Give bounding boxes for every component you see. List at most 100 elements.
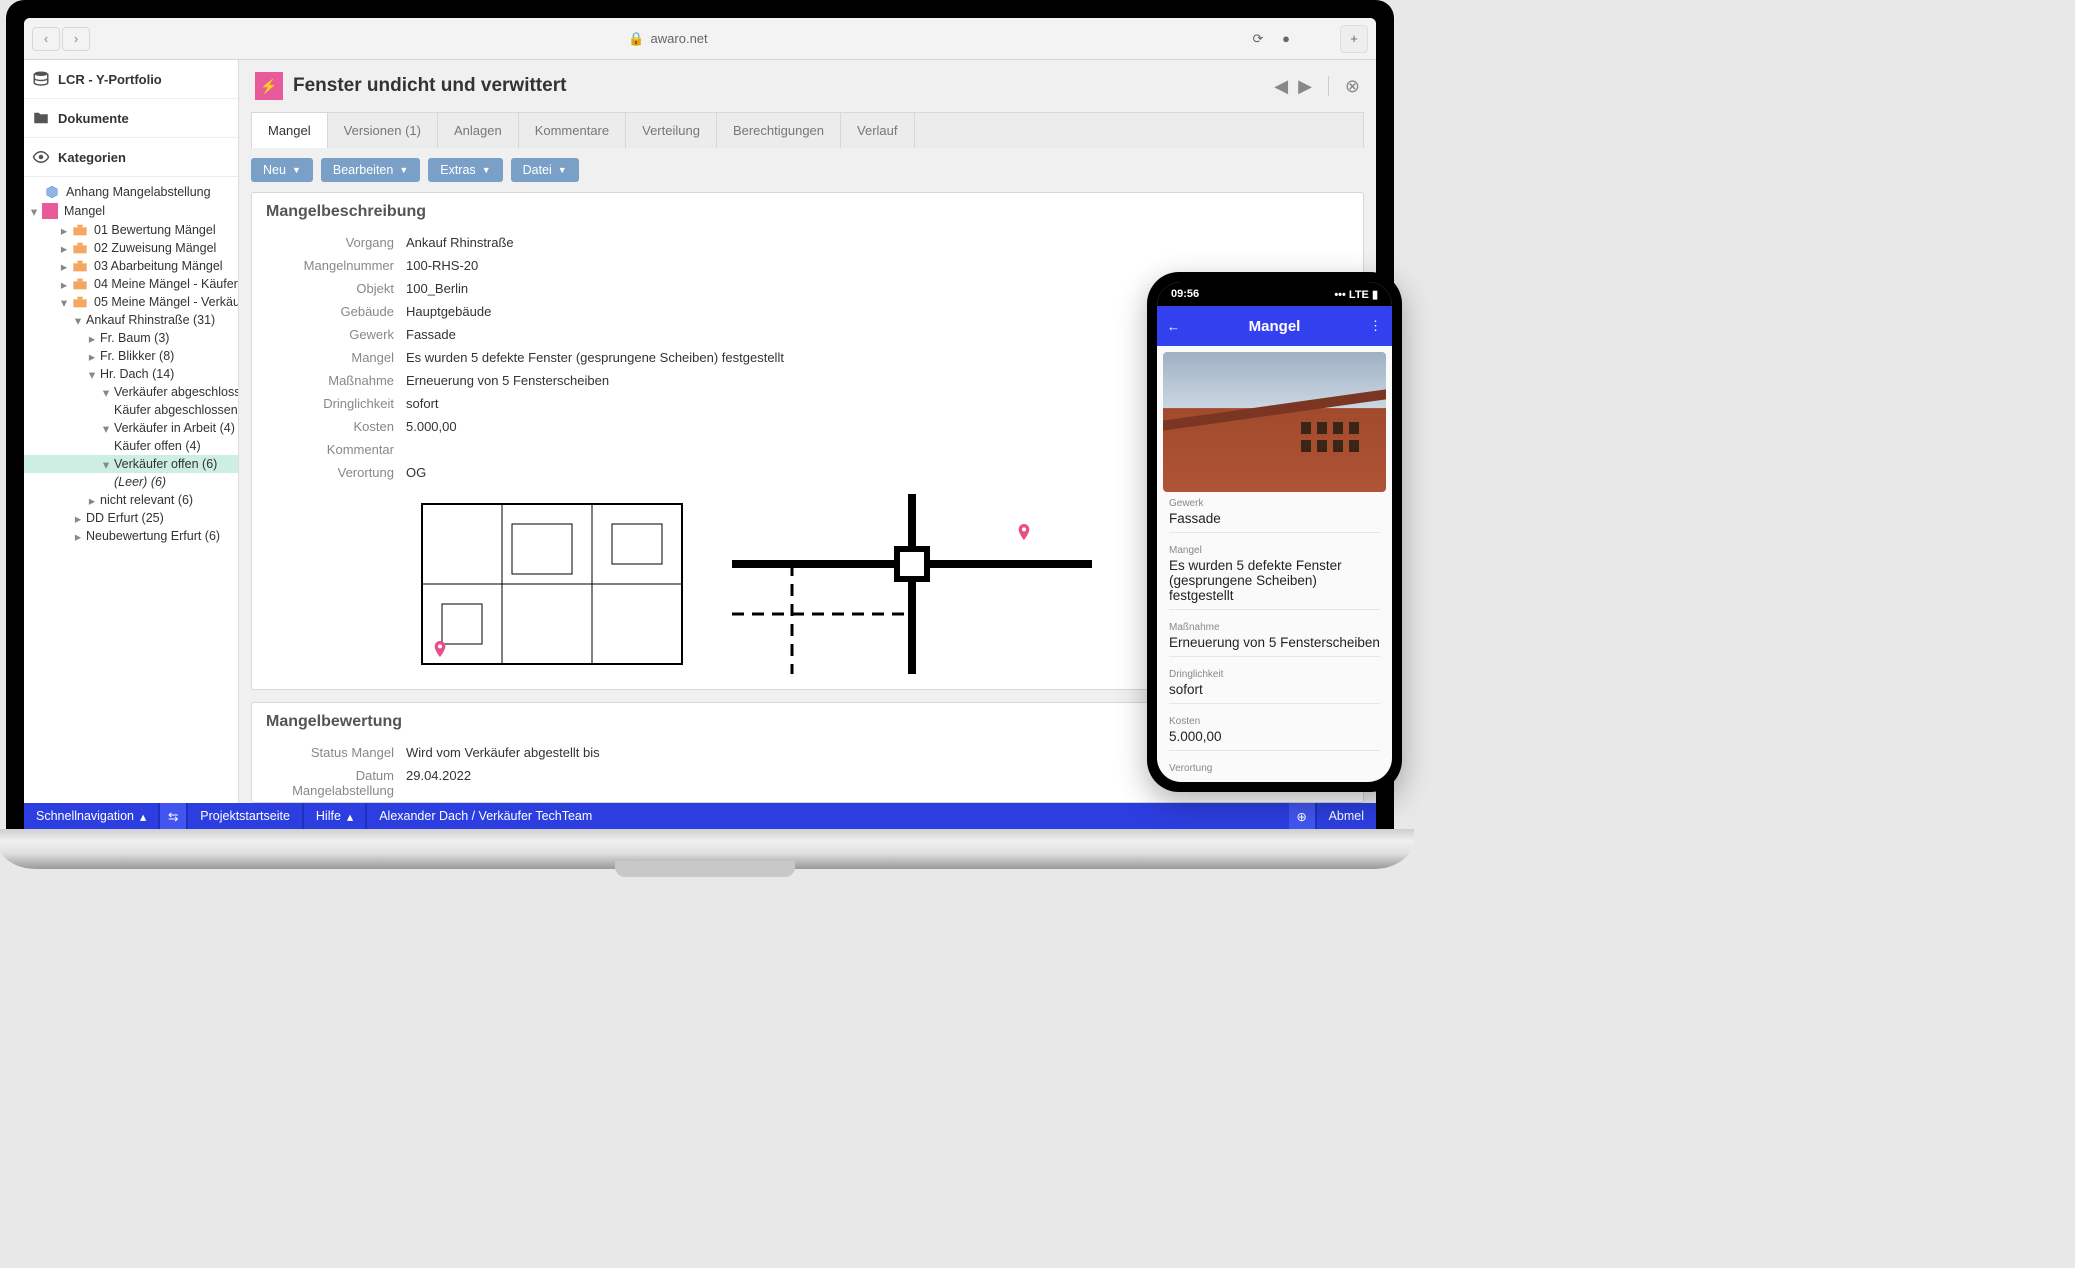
- url-text: awaro.net: [651, 31, 708, 46]
- mangel-icon: [255, 72, 283, 100]
- documents-label: Dokumente: [58, 111, 129, 126]
- floorplan-detail[interactable]: [732, 494, 1092, 679]
- sidebar-portfolio[interactable]: LCR - Y-Portfolio: [24, 60, 238, 99]
- schnellnavigation-button[interactable]: Schnellnavigation▴: [24, 809, 158, 824]
- tree-item[interactable]: ▸DD Erfurt (25): [24, 509, 238, 527]
- pin-icon: [432, 641, 448, 661]
- tab-berechtigungen[interactable]: Berechtigungen: [717, 113, 841, 148]
- caret-right-icon: ▸: [58, 278, 70, 290]
- phone-field-dringlichkeit: sofort: [1169, 680, 1380, 704]
- browser-toolbar: ‹ › 🔒 awaro.net ⟳ ● +: [24, 18, 1376, 60]
- nav-back-button[interactable]: ‹: [32, 27, 60, 51]
- tree-folder[interactable]: ▸03 Abarbeitung Mängel: [24, 257, 238, 275]
- abmelden-button[interactable]: Abmel: [1317, 809, 1376, 823]
- bottom-bar: Schnellnavigation▴ ⇆ Projektstartseite H…: [24, 803, 1376, 829]
- close-button[interactable]: ⊗: [1345, 76, 1360, 97]
- briefcase-icon: [72, 295, 88, 309]
- tree-item[interactable]: (Leer) (6): [24, 473, 238, 491]
- tree-item[interactable]: ▸Neubewertung Erfurt (6): [24, 527, 238, 545]
- tree-item[interactable]: ▾Hr. Dach (14): [24, 365, 238, 383]
- tree-folder[interactable]: ▸02 Zuweisung Mängel: [24, 239, 238, 257]
- caret-up-icon: ▴: [347, 809, 353, 824]
- defect-photo[interactable]: [1163, 352, 1386, 492]
- lock-icon: 🔒: [628, 31, 644, 47]
- field-gewerk: Fassade: [406, 327, 456, 342]
- caret-up-icon: ▴: [140, 809, 146, 824]
- prev-record-button[interactable]: ◀: [1274, 76, 1288, 97]
- caret-right-icon: ▸: [58, 260, 70, 272]
- briefcase-icon: [72, 259, 88, 273]
- sidebar-documents[interactable]: Dokumente: [24, 99, 238, 138]
- eye-icon: [32, 148, 50, 166]
- database-icon: [32, 70, 50, 88]
- extras-button[interactable]: Extras: [428, 158, 502, 182]
- briefcase-icon: [72, 277, 88, 291]
- pin-icon: [1016, 524, 1032, 544]
- phone-statusbar: 09:56 ••• LTE ▮: [1157, 282, 1392, 306]
- neu-button[interactable]: Neu: [251, 158, 313, 182]
- field-kosten: 5.000,00: [406, 419, 457, 434]
- sidebar-categories[interactable]: Kategorien: [24, 138, 238, 177]
- floorplan-overview[interactable]: [412, 494, 692, 679]
- caret-right-icon: ▸: [58, 242, 70, 254]
- phone-header: ← Mangel ⋮: [1157, 306, 1392, 346]
- field-datum: 29.04.2022: [406, 768, 471, 798]
- section-title: Mangelbeschreibung: [252, 193, 1363, 231]
- tree-item[interactable]: ▸Fr. Blikker (8): [24, 347, 238, 365]
- tab-anlagen[interactable]: Anlagen: [438, 113, 519, 148]
- tab-verteilung[interactable]: Verteilung: [626, 113, 717, 148]
- briefcase-icon: [72, 241, 88, 255]
- expand-icon[interactable]: ⇆: [160, 803, 186, 829]
- field-objekt: 100_Berlin: [406, 281, 468, 296]
- field-vorgang: Ankauf Rhinstraße: [406, 235, 514, 250]
- tree-folder[interactable]: ▸01 Bewertung Mängel: [24, 221, 238, 239]
- field-gebaeude: Hauptgebäude: [406, 304, 491, 319]
- tree-item[interactable]: ▸Fr. Baum (3): [24, 329, 238, 347]
- phone-field-mangel: Es wurden 5 defekte Fenster (gesprungene…: [1169, 556, 1380, 610]
- caret-down-icon: ▾: [72, 314, 84, 326]
- tab-versionen[interactable]: Versionen (1): [328, 113, 438, 148]
- tree-item[interactable]: ▾Verkäufer abgeschlossen (4): [24, 383, 238, 401]
- next-record-button[interactable]: ▶: [1298, 76, 1312, 97]
- tree: Anhang Mangelabstellung ▾ Mangel ▸01 Bew…: [24, 177, 238, 551]
- tab-mangel[interactable]: Mangel: [252, 113, 328, 148]
- tree-mangel-root[interactable]: ▾ Mangel: [24, 201, 238, 221]
- field-massnahme: Erneuerung von 5 Fensterscheiben: [406, 373, 609, 388]
- tree-item[interactable]: Käufer offen (4): [24, 437, 238, 455]
- caret-right-icon: ▸: [86, 332, 98, 344]
- tab-verlauf[interactable]: Verlauf: [841, 113, 914, 148]
- tree-item[interactable]: ▾Verkäufer in Arbeit (4): [24, 419, 238, 437]
- back-button[interactable]: ←: [1167, 319, 1191, 334]
- link-icon[interactable]: ⊕: [1289, 803, 1315, 829]
- download-icon[interactable]: ●: [1272, 31, 1300, 46]
- tree-anhang[interactable]: Anhang Mangelabstellung: [24, 183, 238, 201]
- tree-item[interactable]: Käufer abgeschlossen (4): [24, 401, 238, 419]
- address-bar[interactable]: 🔒 awaro.net: [92, 31, 1244, 47]
- phone-field-massnahme: Erneuerung von 5 Fensterscheiben: [1169, 633, 1380, 657]
- folder-icon: [32, 109, 50, 127]
- bearbeiten-button[interactable]: Bearbeiten: [321, 158, 420, 182]
- tree-item[interactable]: ▸nicht relevant (6): [24, 491, 238, 509]
- field-dringlichkeit: sofort: [406, 396, 439, 411]
- tree-item-selected[interactable]: ▾Verkäufer offen (6): [24, 455, 238, 473]
- tab-kommentare[interactable]: Kommentare: [519, 113, 626, 148]
- caret-right-icon: ▸: [72, 530, 84, 542]
- portfolio-label: LCR - Y-Portfolio: [58, 72, 162, 87]
- kebab-menu-icon[interactable]: ⋮: [1358, 318, 1382, 334]
- refresh-icon[interactable]: ⟳: [1244, 31, 1272, 47]
- new-tab-button[interactable]: +: [1340, 25, 1368, 53]
- briefcase-icon: [72, 223, 88, 237]
- nav-forward-button[interactable]: ›: [62, 27, 90, 51]
- cube-icon: [44, 185, 60, 199]
- hilfe-button[interactable]: Hilfe▴: [304, 809, 365, 824]
- toolbar: Neu Bearbeiten Extras Datei: [239, 148, 1376, 192]
- caret-down-icon: ▾: [58, 296, 70, 308]
- datei-button[interactable]: Datei: [511, 158, 579, 182]
- field-mangelnummer: 100-RHS-20: [406, 258, 478, 273]
- user-info: Alexander Dach / Verkäufer TechTeam: [367, 809, 604, 823]
- projektstartseite-button[interactable]: Projektstartseite: [188, 809, 302, 823]
- categories-label: Kategorien: [58, 150, 126, 165]
- tree-folder[interactable]: ▸04 Meine Mängel - Käufer: [24, 275, 238, 293]
- tree-folder[interactable]: ▾05 Meine Mängel - Verkäufer: [24, 293, 238, 311]
- tree-ankauf[interactable]: ▾Ankauf Rhinstraße (31): [24, 311, 238, 329]
